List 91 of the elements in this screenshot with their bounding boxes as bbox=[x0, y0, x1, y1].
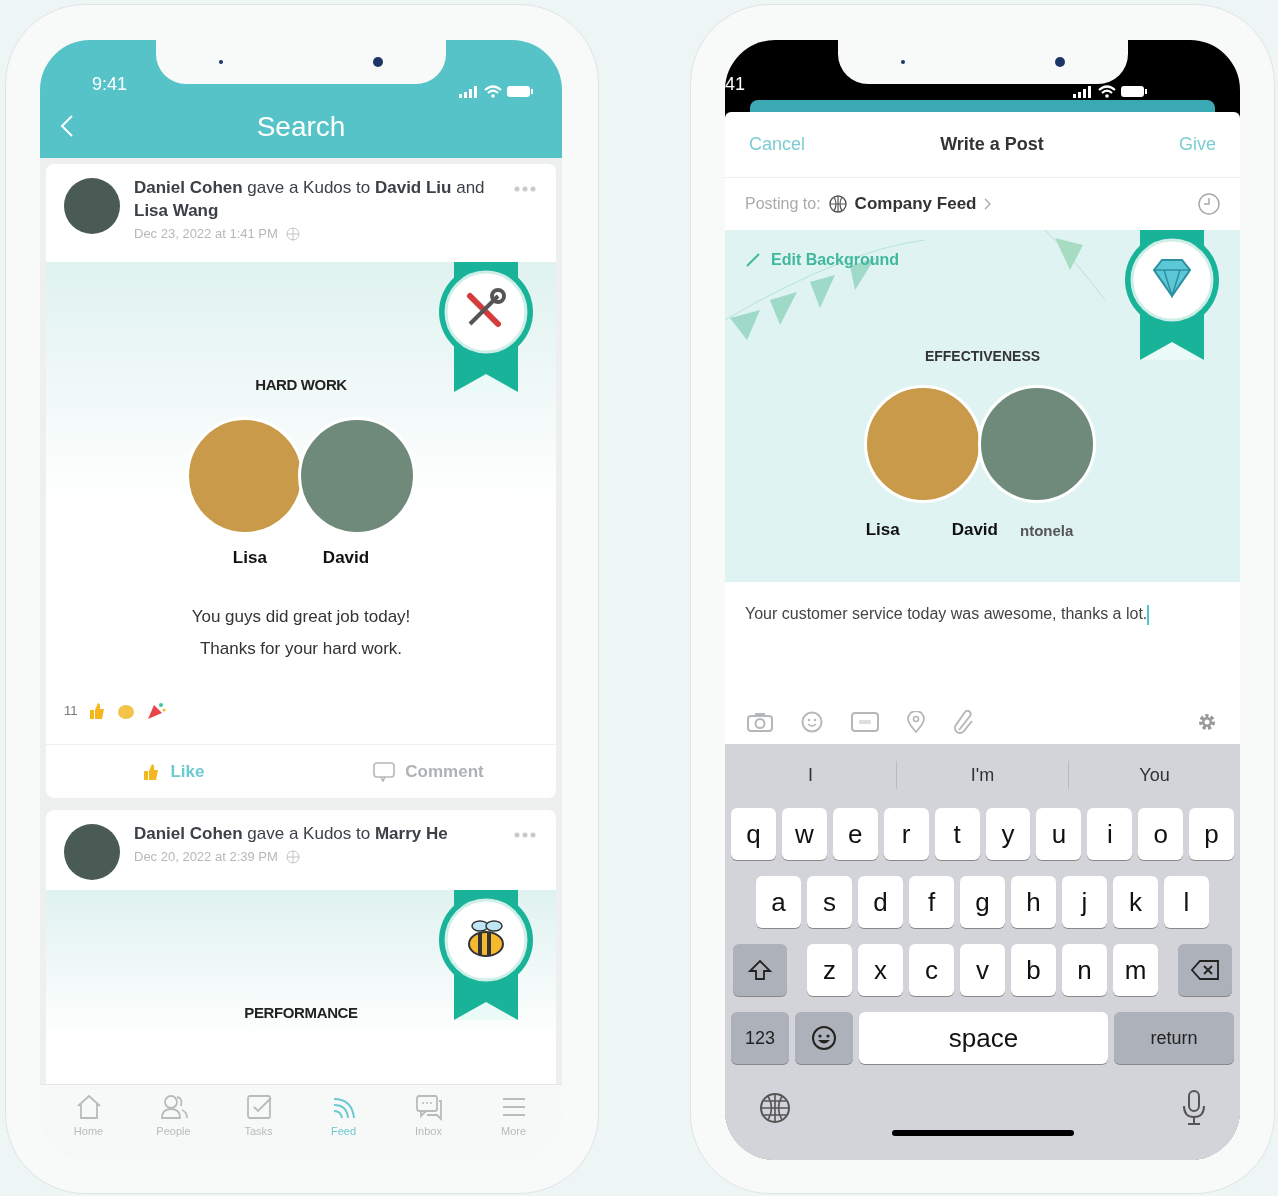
keyboard-key[interactable]: h bbox=[1011, 876, 1056, 928]
microphone-icon[interactable] bbox=[1182, 1090, 1206, 1126]
keyboard-key[interactable]: t bbox=[934, 808, 980, 860]
backspace-icon bbox=[1191, 960, 1219, 980]
keyboard-key[interactable]: q bbox=[730, 808, 776, 860]
delete-key[interactable] bbox=[1178, 944, 1232, 996]
globe-icon bbox=[285, 849, 300, 864]
keyboard-key[interactable]: i bbox=[1087, 808, 1133, 860]
suggestion[interactable]: You bbox=[1069, 761, 1240, 789]
keyboard-key[interactable]: o bbox=[1138, 808, 1184, 860]
pencil-icon bbox=[745, 252, 761, 268]
suggestion[interactable]: I bbox=[725, 761, 896, 789]
posting-label: Posting to: bbox=[745, 194, 821, 214]
recipient-name: David bbox=[951, 519, 998, 541]
back-icon[interactable] bbox=[60, 114, 74, 138]
battery-icon bbox=[1120, 85, 1148, 98]
camera-icon[interactable] bbox=[747, 712, 773, 732]
shift-arrow-icon bbox=[748, 959, 772, 981]
signal-icon bbox=[1072, 85, 1094, 98]
recipient-name: Lisa bbox=[232, 546, 267, 569]
smiley-icon[interactable] bbox=[801, 711, 823, 733]
keyboard-key[interactable]: p bbox=[1189, 808, 1235, 860]
kudos-message: You guys did great job today! bbox=[191, 606, 411, 628]
comment-icon bbox=[373, 761, 396, 782]
emoji-key[interactable] bbox=[795, 1012, 853, 1064]
numbers-key[interactable]: 123 bbox=[731, 1012, 789, 1064]
signal-icon bbox=[458, 85, 480, 98]
recipient-name: Lisa bbox=[865, 519, 900, 541]
inbox-icon bbox=[414, 1093, 443, 1121]
suggestion[interactable]: I'm bbox=[897, 761, 1068, 789]
post-timestamp: Dec 23, 2022 at 1:41 PM bbox=[134, 225, 278, 243]
keyboard-key[interactable]: r bbox=[883, 808, 929, 860]
clock-icon[interactable] bbox=[1198, 193, 1220, 215]
shift-key[interactable] bbox=[733, 944, 787, 996]
more-icon[interactable] bbox=[514, 832, 536, 838]
keyboard-key[interactable]: s bbox=[807, 876, 852, 928]
battery-icon bbox=[506, 85, 534, 98]
kudos-message: Thanks for your hard work. bbox=[199, 637, 403, 660]
keyboard-key[interactable]: g bbox=[960, 876, 1005, 928]
party-popper-icon bbox=[145, 701, 166, 721]
page-title: Search bbox=[256, 110, 346, 144]
people-icon bbox=[159, 1093, 188, 1121]
award-title: PERFORMANCE bbox=[244, 1003, 358, 1023]
status-time: 41 bbox=[725, 73, 746, 96]
wifi-icon bbox=[484, 85, 502, 98]
wifi-icon bbox=[1098, 85, 1116, 98]
keyboard-key[interactable]: w bbox=[781, 808, 827, 860]
thumbs-up-icon bbox=[87, 702, 106, 720]
sheet-title: Write a Post bbox=[940, 133, 1044, 156]
post-headline: Daniel Cohen gave a Kudos to Marry He bbox=[134, 823, 449, 845]
smiley-icon bbox=[811, 1025, 837, 1051]
audience-selector[interactable]: Company Feed bbox=[828, 191, 993, 217]
text-cursor bbox=[1147, 604, 1150, 625]
keyboard-key[interactable]: x bbox=[858, 944, 903, 996]
keyboard-key[interactable]: e bbox=[832, 808, 878, 860]
globe-icon bbox=[285, 226, 300, 241]
award-title: HARD WORK bbox=[255, 375, 347, 395]
paperclip-icon[interactable] bbox=[953, 710, 975, 734]
keyboard-key[interactable]: d bbox=[858, 876, 903, 928]
keyboard-key[interactable]: f bbox=[909, 876, 954, 928]
keyboard-key[interactable]: l bbox=[1164, 876, 1209, 928]
keyboard-key[interactable]: u bbox=[1036, 808, 1082, 860]
message-field[interactable]: Your customer service today was awesome, thanks a lot. bbox=[725, 582, 1240, 700]
gif-icon[interactable] bbox=[851, 712, 879, 732]
keyboard-key[interactable]: c bbox=[909, 944, 954, 996]
keyboard-key[interactable]: v bbox=[960, 944, 1005, 996]
keyboard-key[interactable]: a bbox=[756, 876, 801, 928]
globe-icon[interactable] bbox=[759, 1092, 791, 1124]
post-timestamp: Dec 20, 2022 at 2:39 PM bbox=[134, 848, 278, 866]
award-title: EFFECTIVENESS bbox=[924, 347, 1041, 366]
globe-icon bbox=[828, 195, 847, 213]
keyboard-key[interactable]: k bbox=[1113, 876, 1158, 928]
keyboard-key[interactable]: z bbox=[807, 944, 852, 996]
chevron-right-icon bbox=[984, 198, 993, 210]
keyboard-key[interactable]: y bbox=[985, 808, 1031, 860]
recipient-name: ntonela bbox=[1020, 521, 1074, 541]
keyboard-key[interactable]: b bbox=[1011, 944, 1056, 996]
keyboard-key[interactable]: n bbox=[1062, 944, 1107, 996]
return-key[interactable]: return bbox=[1114, 1012, 1234, 1064]
post-headline: Daniel Cohen gave a Kudos to David Liu and Lisa Wang bbox=[134, 177, 486, 222]
settings-icon[interactable] bbox=[1196, 711, 1218, 733]
recipient-name: David bbox=[322, 546, 370, 569]
space-key[interactable]: space bbox=[859, 1012, 1108, 1064]
reaction-count: 11 bbox=[64, 702, 78, 721]
keyboard-key[interactable]: m bbox=[1113, 944, 1158, 996]
location-pin-icon[interactable] bbox=[907, 711, 925, 733]
thumbs-up-icon bbox=[142, 762, 161, 781]
status-time: 9:41 bbox=[92, 73, 128, 96]
more-icon[interactable] bbox=[514, 186, 536, 192]
tasks-icon bbox=[244, 1093, 273, 1121]
keyboard-key[interactable]: j bbox=[1062, 876, 1107, 928]
